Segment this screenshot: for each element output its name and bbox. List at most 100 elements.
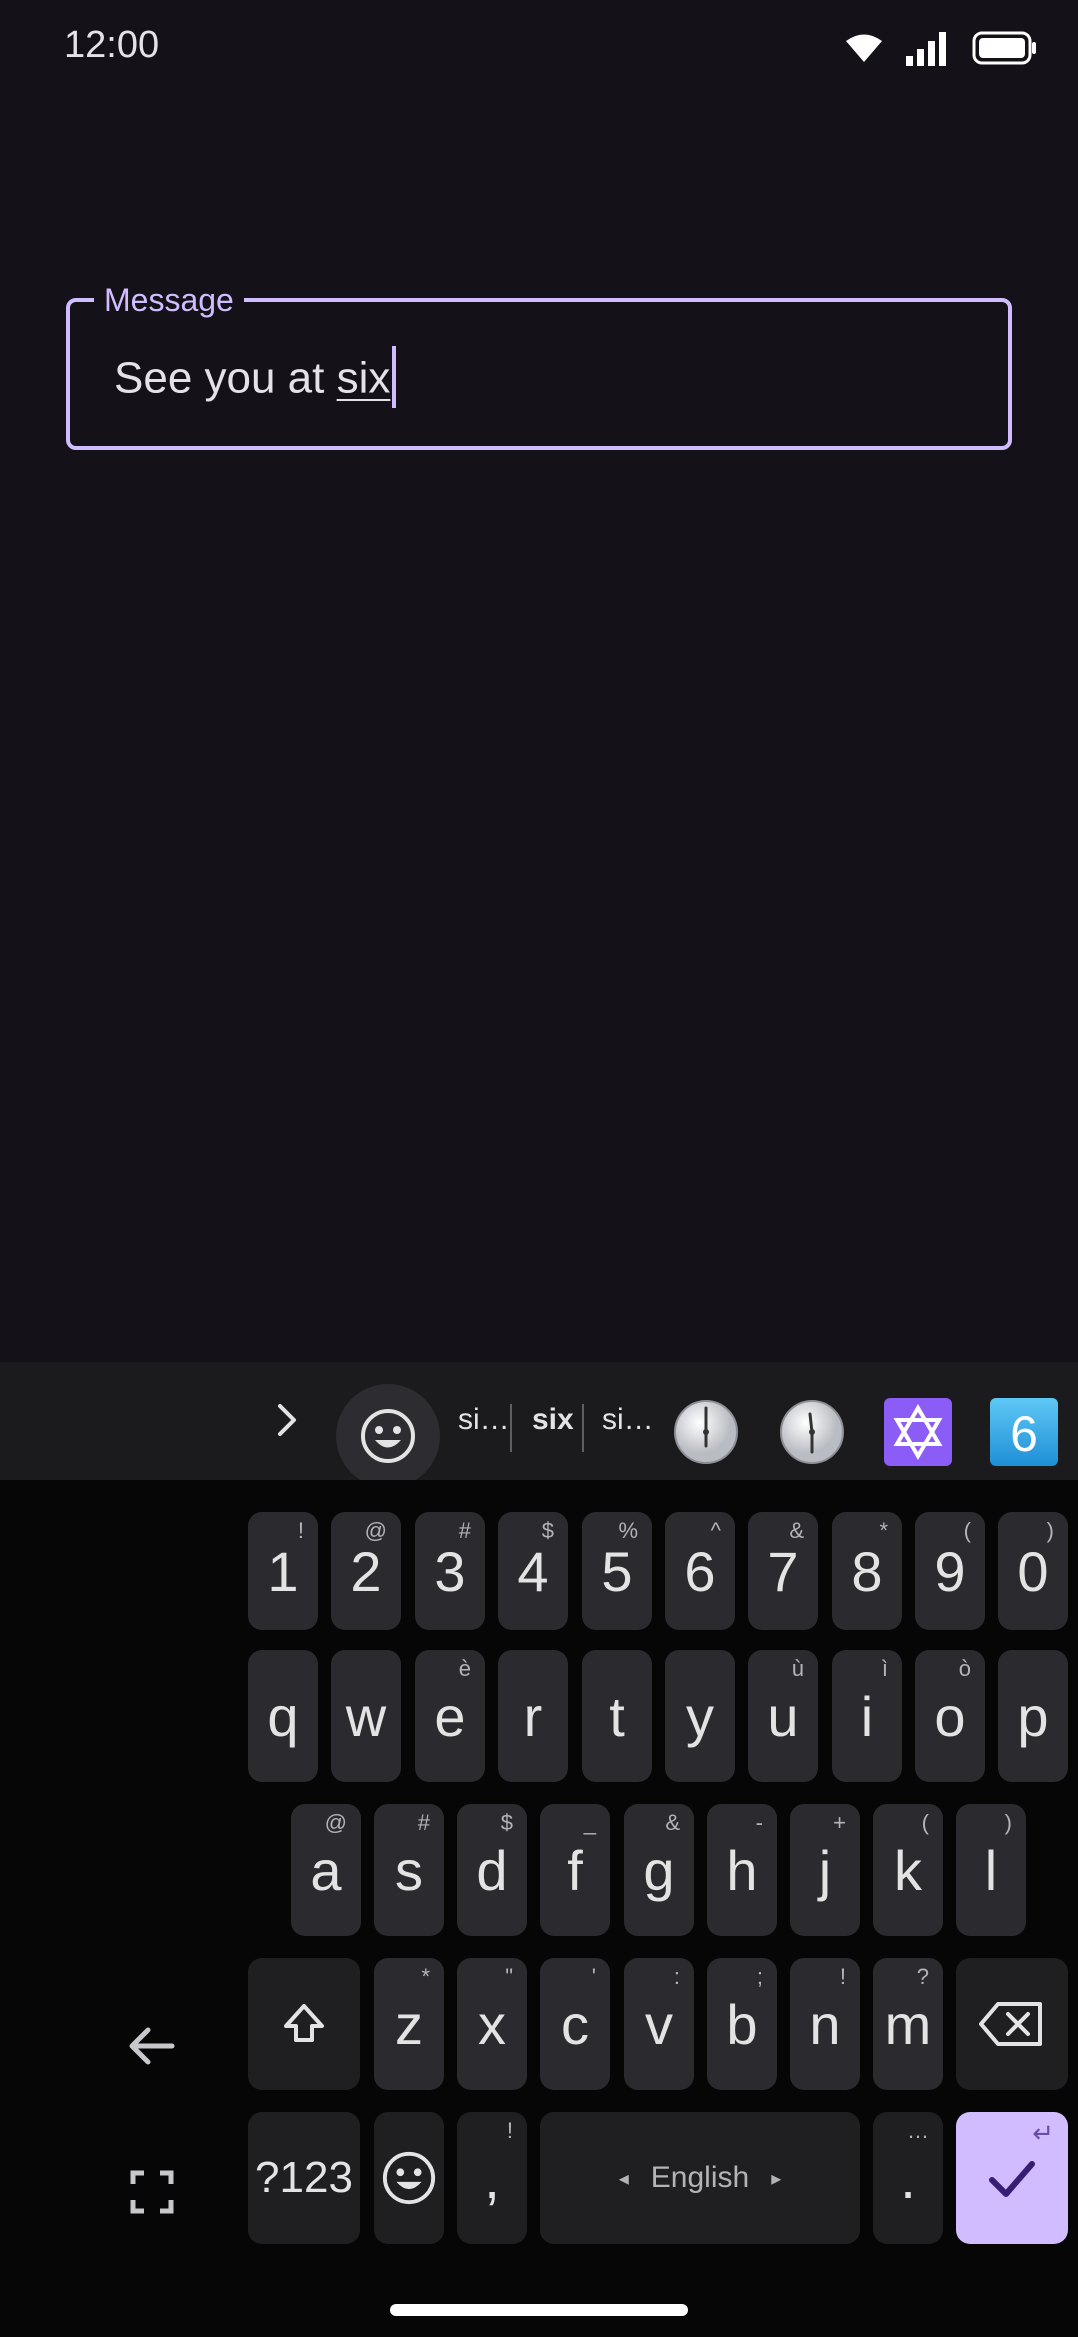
key-2[interactable]: @2 xyxy=(331,1512,401,1630)
suggestion-divider xyxy=(582,1404,584,1452)
key-label: x xyxy=(478,1992,506,2056)
key-q[interactable]: q xyxy=(248,1650,318,1782)
key-l[interactable]: ) l xyxy=(956,1804,1026,1936)
key-r[interactable]: r xyxy=(498,1650,568,1782)
smiley-icon xyxy=(382,2151,436,2205)
key-b[interactable]: ; b xyxy=(707,1958,777,2090)
space-right-arrow: ▸ xyxy=(771,2167,782,2190)
key-label: r xyxy=(523,1684,543,1748)
comma-key[interactable]: !, xyxy=(457,2112,527,2244)
key-label: 6 xyxy=(684,1539,716,1603)
key-y[interactable]: y xyxy=(665,1650,735,1782)
key-k[interactable]: (k xyxy=(873,1804,943,1936)
suggestion-strip: si… six si… 6 xyxy=(0,1362,1078,1488)
key-label: b xyxy=(726,1992,758,2056)
key-m[interactable]: ? m xyxy=(873,1958,943,2090)
key-6[interactable]: ^ 6 xyxy=(665,1512,735,1630)
key-label: 3 xyxy=(434,1539,466,1603)
text-caret xyxy=(392,346,397,408)
period-key[interactable]: …. xyxy=(873,2112,943,2244)
clock-icon[interactable] xyxy=(778,1398,846,1466)
key-0[interactable]: ) 0 xyxy=(998,1512,1068,1630)
key-label: a xyxy=(310,1838,342,1902)
key-z[interactable]: * z xyxy=(374,1958,444,2090)
key-hint: ! xyxy=(506,2118,513,2143)
key-c[interactable]: ' c xyxy=(540,1958,610,2090)
key-u[interactable]: ùu xyxy=(748,1650,818,1782)
backspace-icon xyxy=(979,2002,1042,2046)
key-n[interactable]: ! n xyxy=(790,1958,860,2090)
shift-key[interactable] xyxy=(248,1958,360,2090)
key-5[interactable]: % 5 xyxy=(582,1512,652,1630)
key-hint: ^ xyxy=(710,1518,721,1543)
key-hint: ↵ xyxy=(1032,2118,1054,2148)
key-hint: " xyxy=(505,1964,513,1989)
key-3[interactable]: #3 xyxy=(415,1512,485,1630)
fullscreen-icon[interactable] xyxy=(130,2170,174,2214)
key-hint: : xyxy=(673,1964,680,1989)
key-hint: & xyxy=(665,1810,680,1835)
key-d[interactable]: $ d xyxy=(457,1804,527,1936)
key-hint: # xyxy=(417,1810,430,1835)
chevron-right-icon[interactable] xyxy=(268,1400,308,1440)
key-label: n xyxy=(809,1992,841,2056)
key-hint: ) xyxy=(1046,1518,1054,1543)
key-x[interactable]: " x xyxy=(457,1958,527,2090)
key-8[interactable]: * 8 xyxy=(832,1512,902,1630)
shift-icon xyxy=(284,2004,324,2042)
key-hint: % xyxy=(618,1518,638,1543)
emoji-suggestion-button[interactable] xyxy=(336,1384,440,1488)
battery-icon xyxy=(972,31,1036,65)
key-label: g xyxy=(643,1838,675,1902)
key-label: v xyxy=(645,1992,673,2056)
key-7[interactable]: & 7 xyxy=(748,1512,818,1630)
key-hint: ! xyxy=(839,1964,846,1989)
key-hint: & xyxy=(789,1518,804,1543)
key-f[interactable]: _ f xyxy=(540,1804,610,1936)
enter-key[interactable]: ↵ xyxy=(956,2112,1068,2244)
keycap-six-icon[interactable]: 6 xyxy=(990,1398,1058,1466)
space-bar[interactable]: ◂ English ▸ xyxy=(540,2112,860,2244)
key-j[interactable]: + j xyxy=(790,1804,860,1936)
backspace-key[interactable] xyxy=(956,1958,1068,2090)
key-label: y xyxy=(686,1684,714,1748)
key-label: 5 xyxy=(601,1539,633,1603)
key-label: o xyxy=(934,1684,966,1748)
star-of-david-icon[interactable] xyxy=(884,1398,952,1466)
emoji-key[interactable] xyxy=(374,2112,444,2244)
key-a[interactable]: @ a xyxy=(291,1804,361,1936)
key-hint: ( xyxy=(963,1518,971,1543)
arrow-left-icon[interactable] xyxy=(126,2020,178,2072)
key-1[interactable]: ! 1 xyxy=(248,1512,318,1630)
key-i[interactable]: ìi xyxy=(832,1650,902,1782)
message-text: See you at xyxy=(114,353,337,403)
key-hint: ? xyxy=(916,1964,929,1989)
key-label: 0 xyxy=(1017,1539,1049,1603)
suggestion-left[interactable]: si… xyxy=(458,1398,510,1442)
symbols-key[interactable]: ?123 xyxy=(248,2112,360,2244)
suggestion-center[interactable]: six xyxy=(532,1398,574,1442)
key-label: 7 xyxy=(767,1539,799,1603)
message-field[interactable]: Message See you at six xyxy=(66,280,1012,450)
key-g[interactable]: & g xyxy=(624,1804,694,1936)
key-s[interactable]: # s xyxy=(374,1804,444,1936)
key-t[interactable]: t xyxy=(582,1650,652,1782)
clock-icon[interactable] xyxy=(672,1398,740,1466)
smiley-icon xyxy=(361,1409,415,1463)
suggestion-right[interactable]: si… xyxy=(602,1398,654,1442)
key-w[interactable]: w xyxy=(331,1650,401,1782)
key-p[interactable]: p xyxy=(998,1650,1068,1782)
key-e[interactable]: èe xyxy=(415,1650,485,1782)
cellular-signal-icon xyxy=(906,32,946,66)
key-h[interactable]: -h xyxy=(707,1804,777,1936)
key-9[interactable]: (9 xyxy=(915,1512,985,1630)
key-hint: ì xyxy=(881,1656,888,1681)
home-indicator[interactable] xyxy=(390,2304,688,2316)
key-4[interactable]: $4 xyxy=(498,1512,568,1630)
key-hint: @ xyxy=(364,1518,387,1543)
key-v[interactable]: :v xyxy=(624,1958,694,2090)
key-o[interactable]: òo xyxy=(915,1650,985,1782)
key-hint: … xyxy=(907,2118,929,2143)
key-hint: + xyxy=(833,1810,846,1835)
message-field-value[interactable]: See you at six xyxy=(114,346,397,412)
